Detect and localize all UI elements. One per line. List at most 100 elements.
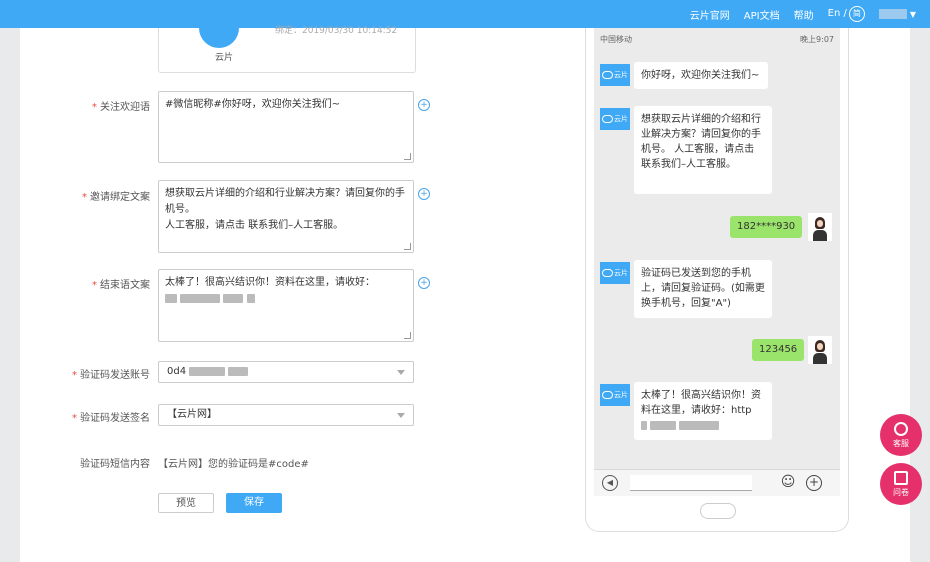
- customer-service-label: 客服: [893, 439, 909, 448]
- user-menu[interactable]: ▼: [878, 9, 916, 19]
- chevron-down-icon: ▼: [909, 9, 916, 19]
- add-variable-icon[interactable]: +: [418, 99, 430, 111]
- bot-avatar-name: 云片: [614, 115, 628, 123]
- account-card: 云片 绑定：2019/03/30 10:14:52: [158, 8, 416, 73]
- signature-label: * 验证码发送签名: [50, 409, 150, 424]
- signature-label-text: 验证码发送签名: [80, 413, 150, 424]
- bot-avatar: 云片: [600, 262, 630, 284]
- user-avatar: [808, 213, 832, 241]
- invite-text: 想获取云片详细的介绍和行业解决方案？请回复你的手机号。 人工客服，请点击 联系我…: [165, 188, 405, 231]
- voice-icon[interactable]: ◀: [602, 475, 618, 491]
- save-button[interactable]: 保存: [226, 493, 282, 513]
- add-variable-icon[interactable]: +: [418, 188, 430, 200]
- cloud-logo-icon: [602, 71, 613, 79]
- language-badge: 简: [848, 6, 865, 22]
- welcome-label: * 关注欢迎语: [80, 98, 150, 113]
- cloud-logo-icon: [602, 391, 613, 399]
- closing-label: * 结束语文案: [70, 276, 150, 291]
- chat-bubble-user: 182****930: [730, 216, 803, 238]
- resize-handle-icon[interactable]: [404, 332, 411, 339]
- redacted-text: [641, 420, 647, 430]
- top-nav-links: 云片官网 API文档 帮助 En / 简 ▼: [690, 0, 916, 28]
- signature-value: 【云片网】: [167, 409, 217, 420]
- chevron-down-icon: [397, 370, 405, 375]
- redacted-text: [679, 420, 720, 430]
- chat-bubble-text: 太棒了！很高兴结识你！资料在这里，请收好：http: [641, 390, 761, 416]
- required-mark: *: [82, 192, 87, 203]
- emoji-icon[interactable]: ☺: [780, 474, 796, 490]
- sender-account-label: * 验证码发送账号: [50, 366, 150, 381]
- bot-avatar-name: 云片: [614, 269, 628, 277]
- redacted-text: [246, 293, 255, 303]
- cloud-logo-icon: [602, 115, 613, 123]
- signature-select[interactable]: 【云片网】: [158, 404, 414, 426]
- questionnaire-label: 问卷: [893, 488, 909, 497]
- invite-textarea[interactable]: 想获取云片详细的介绍和行业解决方案？请回复你的手机号。 人工客服，请点击 联系我…: [158, 180, 414, 253]
- carrier: 中国移动: [600, 35, 632, 44]
- closing-textarea[interactable]: 太棒了！很高兴结识你！资料在这里，请收好：: [158, 269, 414, 342]
- invite-label: * 邀请绑定文案: [60, 188, 150, 203]
- preview-button[interactable]: 预览: [158, 493, 214, 513]
- redacted-text: [228, 366, 249, 376]
- redacted-text: [180, 293, 221, 303]
- redacted-text: [165, 293, 177, 303]
- bot-avatar: 云片: [600, 384, 630, 406]
- sender-account-select[interactable]: 0d4: [158, 361, 414, 383]
- headset-icon: [894, 422, 908, 436]
- invite-label-text: 邀请绑定文案: [90, 192, 150, 203]
- nav-api-docs[interactable]: API文档: [744, 7, 780, 22]
- phone-screen: 中国移动 晚上9:07 云片 你好呀，欢迎你关注我们~ 云片 想获取云片详细的介…: [594, 28, 840, 496]
- sender-account-value: 0d4: [167, 366, 187, 377]
- add-variable-icon[interactable]: +: [418, 277, 430, 289]
- main-content: 云片 绑定：2019/03/30 10:14:52 * 关注欢迎语 #微信昵称#你…: [20, 8, 910, 562]
- account-avatar: [199, 8, 239, 48]
- language-switch[interactable]: En / 简: [828, 6, 865, 22]
- nav-help[interactable]: 帮助: [794, 7, 814, 22]
- clock: 晚上9:07: [800, 35, 834, 44]
- user-name-redacted: [878, 9, 907, 19]
- nav-official-site[interactable]: 云片官网: [690, 7, 730, 22]
- phone-status-bar: 中国移动 晚上9:07: [600, 34, 834, 45]
- chat-bubble-user: 123456: [752, 339, 805, 361]
- questionnaire-button[interactable]: 问卷: [880, 463, 922, 505]
- chat-bubble-bot: 你好呀，欢迎你关注我们~: [634, 62, 768, 89]
- closing-text: 太棒了！很高兴结识你！资料在这里，请收好：: [165, 277, 375, 288]
- redacted-text: [223, 293, 244, 303]
- closing-label-text: 结束语文案: [100, 280, 150, 291]
- required-mark: *: [92, 280, 97, 291]
- resize-handle-icon[interactable]: [404, 153, 411, 160]
- chat-input[interactable]: [630, 475, 752, 491]
- phone-home-button: [700, 503, 736, 519]
- bot-avatar-name: 云片: [614, 391, 628, 399]
- redacted-text: [650, 420, 677, 430]
- bot-avatar: 云片: [600, 64, 630, 86]
- customer-service-button[interactable]: 客服: [880, 414, 922, 456]
- chat-input-bar: ◀ ☺ +: [594, 469, 840, 496]
- required-mark: *: [72, 370, 77, 381]
- chat-bubble-bot: 太棒了！很高兴结识你！资料在这里，请收好：http: [634, 382, 772, 440]
- top-nav-bar: 云片官网 API文档 帮助 En / 简 ▼: [0, 0, 930, 28]
- resize-handle-icon[interactable]: [404, 243, 411, 250]
- note-icon: [894, 471, 908, 485]
- welcome-text: #微信昵称#你好呀，欢迎你关注我们~: [165, 99, 341, 110]
- chevron-down-icon: [397, 413, 405, 418]
- plus-icon[interactable]: +: [806, 475, 822, 491]
- welcome-label-text: 关注欢迎语: [100, 102, 150, 113]
- bind-time: 绑定：2019/03/30 10:14:52: [275, 26, 398, 36]
- required-mark: *: [72, 413, 77, 424]
- chat-bubble-bot: 验证码已发送到您的手机上，请回复验证码。(如需更换手机号，回复"A"): [634, 260, 772, 318]
- redacted-text: [189, 366, 226, 376]
- sender-account-label-text: 验证码发送账号: [80, 370, 150, 381]
- sms-content-value: 【云片网】您的验证码是#code#: [158, 459, 309, 470]
- bot-avatar-name: 云片: [614, 71, 628, 79]
- phone-preview: 中国移动 晚上9:07 云片 你好呀，欢迎你关注我们~ 云片 想获取云片详细的介…: [585, 28, 849, 532]
- user-avatar: [808, 336, 832, 364]
- welcome-textarea[interactable]: #微信昵称#你好呀，欢迎你关注我们~: [158, 91, 414, 163]
- required-mark: *: [92, 102, 97, 113]
- cloud-logo-icon: [602, 269, 613, 277]
- language-label: En /: [827, 8, 847, 19]
- chat-bubble-bot: 想获取云片详细的介绍和行业解决方案？请回复你的手机号。 人工客服，请点击 联系我…: [634, 106, 772, 194]
- bot-avatar: 云片: [600, 108, 630, 130]
- account-name: 云片: [215, 53, 234, 63]
- sms-content-label: 验证码短信内容: [80, 459, 150, 470]
